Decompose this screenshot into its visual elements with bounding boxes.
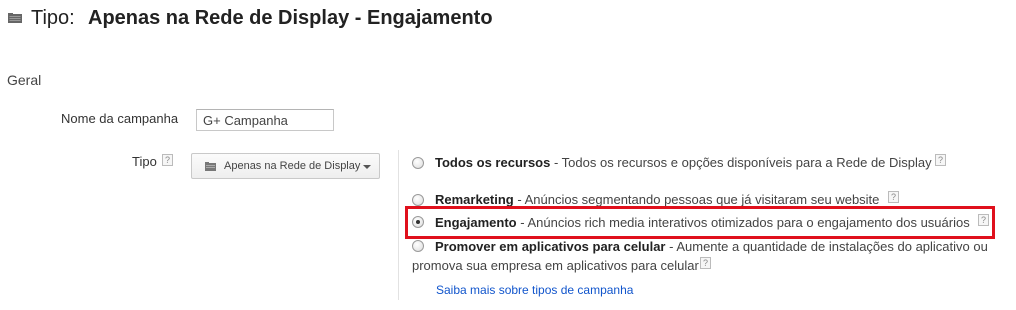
campaign-type-dropdown[interactable]: Apenas na Rede de Display — [191, 153, 380, 179]
type-label: Tipo: — [31, 7, 75, 29]
radio-all-features[interactable] — [412, 157, 424, 169]
type-help-icon[interactable]: ? — [162, 154, 173, 166]
option-description: - Aumente a quantidade de instalações do… — [665, 239, 988, 254]
option-title: Promover em aplicativos para celular — [435, 239, 666, 254]
help-icon[interactable]: ? — [888, 191, 899, 203]
radio-remarketing[interactable] — [412, 194, 424, 206]
option-promote-apps-line2: promova sua empresa em aplicativos para … — [412, 258, 699, 273]
divider — [398, 150, 399, 300]
type-field-label: Tipo — [132, 154, 157, 169]
campaign-name-input[interactable]: G+ Campanha — [196, 109, 334, 131]
option-description: - Anúncios segmentando pessoas que já vi… — [513, 192, 880, 207]
dropdown-value: Apenas na Rede de Display — [224, 160, 361, 172]
campaign-type-title: Apenas na Rede de Display - Engajamento — [88, 7, 493, 29]
option-description: - Todos os recursos e opções disponíveis… — [550, 155, 932, 170]
folder-icon — [205, 162, 216, 171]
learn-more-link[interactable]: Saiba mais sobre tipos de campanha — [436, 283, 633, 297]
option-all-features: Todos os recursos - Todos os recursos e … — [435, 155, 932, 170]
option-remarketing: Remarketing - Anúncios segmentando pesso… — [435, 192, 879, 207]
section-title: Geral — [7, 72, 42, 88]
option-title: Remarketing — [435, 192, 514, 207]
option-promote-apps: Promover em aplicativos para celular - A… — [435, 239, 988, 254]
option-title: Todos os recursos — [435, 155, 551, 170]
radio-promote-apps[interactable] — [412, 240, 424, 252]
highlight-box — [405, 206, 995, 239]
help-icon[interactable]: ? — [700, 257, 711, 269]
chevron-down-icon — [363, 165, 371, 169]
campaign-name-label: Nome da campanha — [61, 111, 179, 126]
help-icon[interactable]: ? — [935, 154, 946, 166]
folder-icon — [8, 13, 22, 23]
